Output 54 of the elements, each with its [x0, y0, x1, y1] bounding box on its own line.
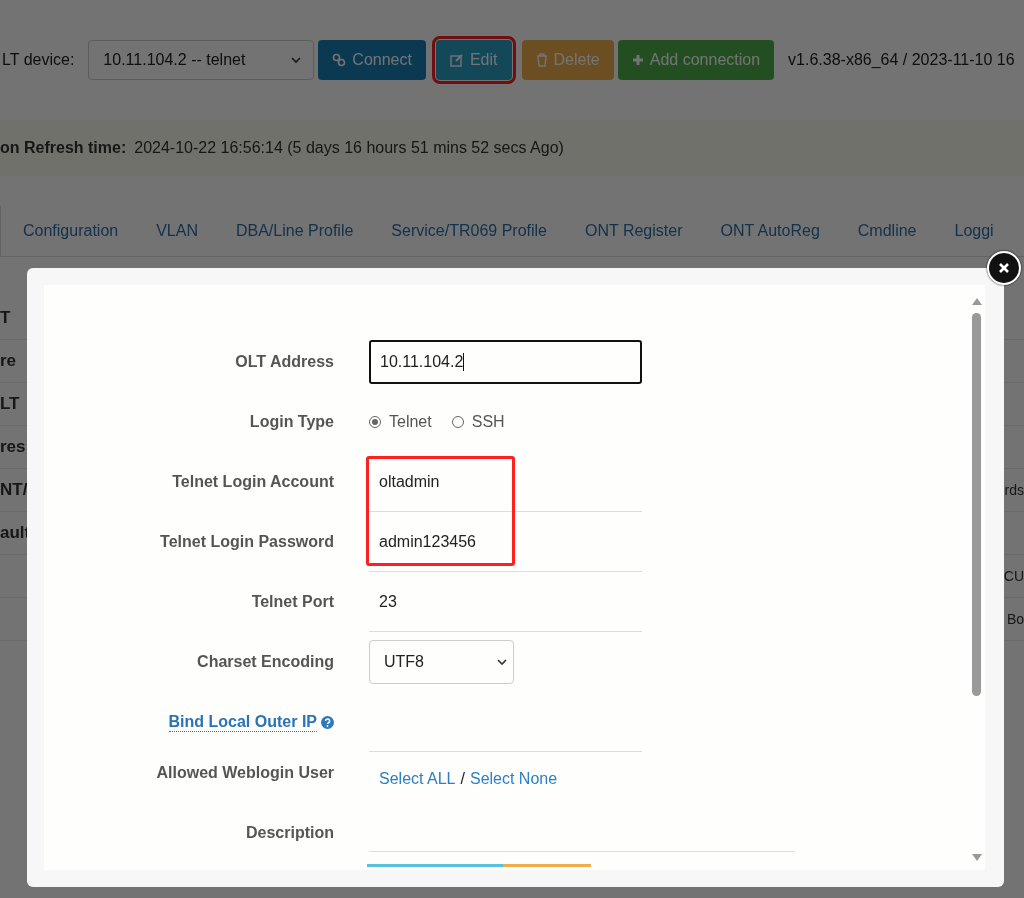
device-label: LT device: — [2, 51, 75, 69]
background-text: re — [0, 351, 17, 371]
address-input[interactable]: 10.11.104.2 — [369, 340, 642, 384]
scroll-up-icon[interactable] — [971, 297, 982, 305]
help-icon — [321, 715, 334, 729]
nav-tab[interactable]: Configuration — [23, 222, 119, 240]
field-label: Charset Encoding — [196, 653, 334, 671]
login-type-radio[interactable]: SSH — [451, 413, 505, 431]
chevron-down-icon — [291, 56, 302, 64]
toolbar-button[interactable]: Add connection — [617, 40, 775, 80]
field-label: Login Type — [248, 413, 334, 431]
background-text: Bo — [1006, 611, 1024, 627]
port-field[interactable]: 23 — [369, 572, 642, 632]
background-text: LT — [0, 394, 20, 414]
select-all-link[interactable]: Select ALL — [379, 770, 456, 788]
device-select[interactable]: 10.11.104.2 -- telnet — [88, 40, 315, 80]
link-icon — [332, 53, 347, 67]
toolbar-button[interactable]: Connect — [318, 40, 426, 80]
text-field[interactable]: oltadmin — [369, 452, 642, 512]
background-text: res — [0, 437, 26, 457]
nav-tab[interactable]: VLAN — [156, 222, 198, 240]
charset-select[interactable]: UTF8 — [369, 640, 514, 684]
field-label: Telnet Login Password — [159, 533, 334, 551]
bind-ip-link[interactable]: Bind Local Outer IP — [168, 712, 317, 732]
plus-icon — [631, 54, 644, 66]
version-text: v1.6.38-x86_64 / 2023-11-10 16 — [788, 51, 1015, 69]
separator-text: / — [460, 770, 465, 788]
background-text: T — [0, 308, 11, 328]
refresh-label: on Refresh time: — [0, 139, 127, 157]
background-text: NT/ — [0, 480, 28, 500]
nav-tab[interactable]: Cmdline — [857, 222, 917, 240]
field-label: Telnet Port — [250, 593, 334, 611]
nav-tab[interactable]: ONT Register — [585, 222, 683, 240]
scroll-down-icon[interactable] — [971, 854, 982, 862]
field-label: Telnet Login Account — [171, 473, 334, 491]
background-text: CU — [1003, 568, 1024, 584]
nav-tab[interactable]: DBA/Line Profile — [235, 222, 354, 240]
close-button[interactable] — [987, 251, 1021, 285]
trash-icon — [535, 53, 548, 67]
chevron-down-icon — [497, 658, 507, 666]
edit-icon — [449, 53, 464, 67]
close-icon — [998, 262, 1010, 274]
toolbar-button[interactable]: Delete — [521, 40, 614, 80]
select-none-link[interactable]: Select None — [469, 770, 558, 788]
nav-tab[interactable]: Loggi — [954, 222, 994, 240]
field-label: OLT Address — [234, 353, 334, 371]
login-type-radio[interactable]: Telnet — [369, 413, 432, 431]
nav-tab[interactable]: Service/TR069 Profile — [391, 222, 547, 240]
field-label: Description — [245, 824, 334, 842]
background-text: rds — [1004, 482, 1024, 498]
field-label: Allowed Weblogin User — [155, 764, 334, 782]
text-field[interactable]: admin123456 — [369, 512, 642, 572]
nav-tab[interactable]: ONT AutoReg — [720, 222, 820, 240]
refresh-time: 2024-10-22 16:56:14 (5 days 16 hours 51 mins 52 secs Ago) — [134, 139, 564, 157]
